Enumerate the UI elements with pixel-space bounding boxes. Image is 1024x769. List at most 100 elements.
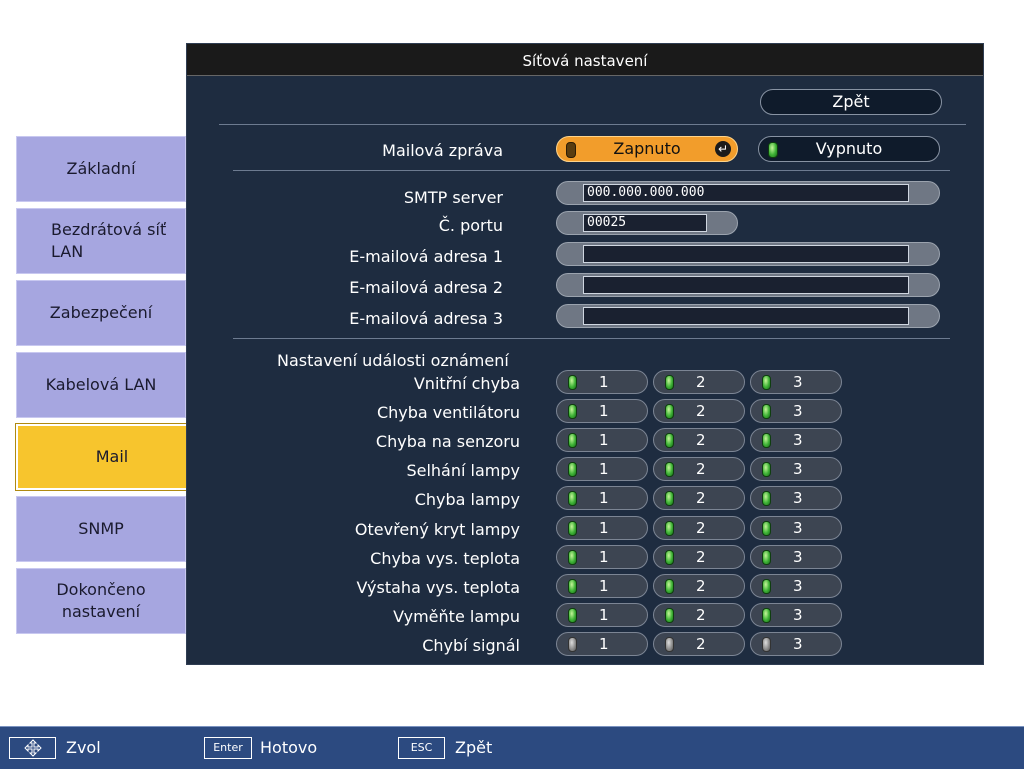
tab-mail[interactable]: Mail <box>16 424 208 490</box>
option-vypnuto[interactable]: Vypnuto <box>758 136 940 162</box>
event-checkbox-label: 2 <box>696 489 706 507</box>
event-checkbox-label: 3 <box>793 373 803 391</box>
event-checkbox-1[interactable]: 1 <box>556 428 648 452</box>
tab-snmp[interactable]: SNMP <box>16 496 186 562</box>
event-checkbox-2[interactable]: 2 <box>653 428 745 452</box>
event-checkbox-label: 3 <box>793 402 803 420</box>
event-checkbox-1[interactable]: 1 <box>556 457 648 481</box>
event-checkbox-1[interactable]: 1 <box>556 574 648 598</box>
email1-value <box>583 245 909 263</box>
led-on-icon <box>762 521 771 536</box>
port-field[interactable]: 00025 <box>556 211 738 235</box>
event-checkbox-3[interactable]: 3 <box>750 574 842 598</box>
event-checkbox-1[interactable]: 1 <box>556 399 648 423</box>
tab-zabezpeceni[interactable]: Zabezpečení <box>16 280 186 346</box>
event-checkbox-3[interactable]: 3 <box>750 370 842 394</box>
event-checkbox-3[interactable]: 3 <box>750 457 842 481</box>
smtp-server-field[interactable]: 000.000.000.000 <box>556 181 940 205</box>
port-label: Č. portu <box>438 216 503 235</box>
back-hint: Zpět <box>455 738 493 757</box>
event-checkbox-3[interactable]: 3 <box>750 428 842 452</box>
bottom-help-bar: Zvol Enter Hotovo ESC Zpět <box>0 726 1024 769</box>
mail-message-label: Mailová zpráva <box>382 141 503 160</box>
tab-label: SNMP <box>78 519 124 538</box>
option-zapnuto[interactable]: Zapnuto ↵ <box>556 136 738 162</box>
back-button[interactable]: Zpět <box>760 89 942 115</box>
event-row-label: Chyba na senzoru <box>375 432 520 451</box>
led-on-icon <box>665 462 674 477</box>
event-checkbox-label: 1 <box>599 431 609 449</box>
radio-indicator-icon <box>566 142 576 158</box>
panel-title: Síťová nastavení <box>187 44 983 76</box>
divider <box>233 170 950 171</box>
event-checkbox-label: 3 <box>793 635 803 653</box>
event-checkbox-1[interactable]: 1 <box>556 486 648 510</box>
enter-icon: ↵ <box>715 141 731 157</box>
tab-zakladni[interactable]: Základní <box>16 136 186 202</box>
led-on-icon <box>568 491 577 506</box>
divider <box>219 124 966 125</box>
event-checkbox-1[interactable]: 1 <box>556 516 648 540</box>
tab-label: Základní <box>66 159 136 178</box>
email3-value <box>583 307 909 325</box>
port-value: 00025 <box>583 214 707 232</box>
event-checkbox-label: 1 <box>599 548 609 566</box>
event-checkbox-2[interactable]: 2 <box>653 545 745 569</box>
event-checkbox-label: 2 <box>696 635 706 653</box>
event-checkbox-label: 1 <box>599 373 609 391</box>
led-on-icon <box>568 579 577 594</box>
esc-key-icon: ESC <box>398 737 445 759</box>
event-checkbox-2[interactable]: 2 <box>653 632 745 656</box>
event-checkbox-3[interactable]: 3 <box>750 603 842 627</box>
event-checkbox-2[interactable]: 2 <box>653 370 745 394</box>
led-on-icon <box>568 433 577 448</box>
event-checkbox-label: 2 <box>696 519 706 537</box>
tab-label: Mail <box>95 447 129 466</box>
divider <box>233 338 950 339</box>
event-checkbox-3[interactable]: 3 <box>750 399 842 423</box>
event-row-label: Selhání lampy <box>406 461 520 480</box>
event-checkbox-3[interactable]: 3 <box>750 545 842 569</box>
event-checkbox-label: 2 <box>696 431 706 449</box>
led-on-icon <box>568 375 577 390</box>
event-checkbox-3[interactable]: 3 <box>750 516 842 540</box>
event-checkbox-2[interactable]: 2 <box>653 516 745 540</box>
event-checkbox-1[interactable]: 1 <box>556 370 648 394</box>
radio-indicator-icon <box>768 142 778 158</box>
move-arrows-icon <box>9 737 56 759</box>
led-on-icon <box>665 433 674 448</box>
done-hint: Hotovo <box>260 738 318 757</box>
event-checkbox-2[interactable]: 2 <box>653 457 745 481</box>
led-off-icon <box>665 637 674 652</box>
led-on-icon <box>568 550 577 565</box>
led-on-icon <box>665 404 674 419</box>
event-row-label: Výstaha vys. teplota <box>356 578 520 597</box>
tab-label: Dokončeno <box>56 580 146 599</box>
tab-kabelova-lan[interactable]: Kabelová LAN <box>16 352 186 418</box>
event-checkbox-2[interactable]: 2 <box>653 486 745 510</box>
event-checkbox-label: 2 <box>696 577 706 595</box>
event-checkbox-1[interactable]: 1 <box>556 603 648 627</box>
event-checkbox-3[interactable]: 3 <box>750 632 842 656</box>
event-checkbox-label: 1 <box>599 635 609 653</box>
email3-field[interactable] <box>556 304 940 328</box>
event-checkbox-3[interactable]: 3 <box>750 486 842 510</box>
event-checkbox-2[interactable]: 2 <box>653 399 745 423</box>
event-checkbox-label: 3 <box>793 577 803 595</box>
event-checkbox-2[interactable]: 2 <box>653 574 745 598</box>
led-on-icon <box>665 491 674 506</box>
email1-field[interactable] <box>556 242 940 266</box>
tab-bezdratova-lan[interactable]: Bezdrátová síť LAN <box>16 208 186 274</box>
events-heading: Nastavení události oznámení <box>277 351 509 370</box>
led-on-icon <box>665 579 674 594</box>
event-row-label: Vnitřní chyba <box>413 374 520 393</box>
event-checkbox-1[interactable]: 1 <box>556 545 648 569</box>
event-checkbox-2[interactable]: 2 <box>653 603 745 627</box>
email2-field[interactable] <box>556 273 940 297</box>
led-off-icon <box>568 637 577 652</box>
tab-dokonceno-nastaveni[interactable]: Dokončeno nastavení <box>16 568 186 634</box>
event-checkbox-1[interactable]: 1 <box>556 632 648 656</box>
option-label: Vypnuto <box>815 139 883 158</box>
led-on-icon <box>762 491 771 506</box>
led-on-icon <box>665 608 674 623</box>
